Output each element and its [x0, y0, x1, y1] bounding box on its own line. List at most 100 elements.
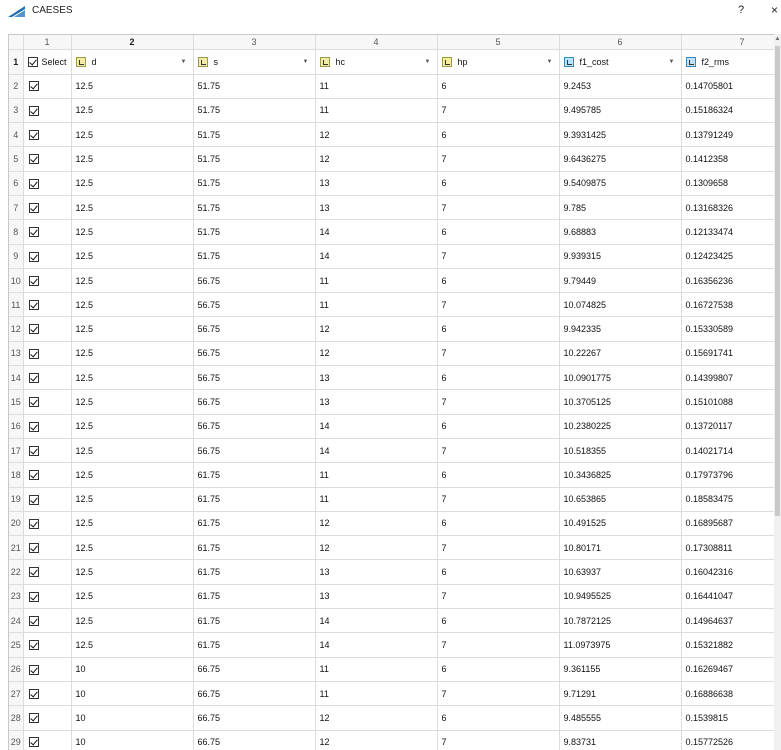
table-corner[interactable]	[9, 35, 24, 50]
row-select-checkbox[interactable]	[28, 300, 39, 311]
row-number[interactable]: 1	[9, 49, 24, 75]
row-number[interactable]: 29	[9, 730, 24, 750]
table-cell[interactable]: 10.7872125	[559, 608, 682, 634]
row-select-cell[interactable]	[23, 122, 72, 148]
table-cell[interactable]: 61.75	[193, 462, 316, 488]
help-button[interactable]: ?	[738, 4, 744, 16]
table-cell[interactable]: 12.5	[71, 487, 194, 512]
row-select-checkbox[interactable]	[28, 421, 39, 432]
table-cell[interactable]: 10.518355	[559, 438, 682, 464]
table-row[interactable]: 4 12.5 51.75 12 6 9.3931425 0.13791249	[9, 122, 781, 148]
table-cell[interactable]: 9.79449	[559, 268, 682, 294]
table-cell[interactable]: 7	[437, 292, 560, 318]
table-cell[interactable]: 9.495785	[559, 98, 682, 124]
table-cell[interactable]: 12.5	[71, 219, 194, 245]
row-select-cell[interactable]	[23, 559, 72, 585]
table-cell[interactable]: 66.75	[193, 681, 316, 707]
table-row[interactable]: 6 12.5 51.75 13 6 9.5409875 0.1309658	[9, 171, 781, 196]
column-number[interactable]: 7	[681, 35, 781, 50]
table-cell[interactable]: 12.5	[71, 74, 194, 99]
row-select-checkbox[interactable]	[28, 567, 39, 578]
row-select-checkbox[interactable]	[28, 105, 39, 116]
table-cell[interactable]: 9.3931425	[559, 122, 682, 148]
table-cell[interactable]: 7	[437, 487, 560, 512]
row-number[interactable]: 3	[9, 98, 24, 124]
table-cell[interactable]: 6	[437, 219, 560, 245]
table-cell[interactable]: 9.485555	[559, 705, 682, 731]
row-select-checkbox[interactable]	[28, 202, 39, 213]
table-cell[interactable]: 0.16886638	[681, 681, 781, 707]
table-cell[interactable]: 10.653865	[559, 487, 682, 512]
table-cell[interactable]: 12.5	[71, 292, 194, 318]
scrollbar-thumb[interactable]	[775, 46, 780, 516]
table-cell[interactable]: 6	[437, 268, 560, 294]
table-cell[interactable]: 51.75	[193, 171, 316, 196]
row-select-cell[interactable]	[23, 705, 72, 731]
table-cell[interactable]: 13	[315, 559, 438, 585]
row-number[interactable]: 27	[9, 681, 24, 707]
table-cell[interactable]: 13	[315, 171, 438, 196]
table-cell[interactable]: 12.5	[71, 462, 194, 488]
column-header-s[interactable]: s ▼	[193, 49, 316, 75]
table-cell[interactable]: 51.75	[193, 195, 316, 221]
row-select-cell[interactable]	[23, 511, 72, 537]
table-cell[interactable]: 9.6436275	[559, 146, 682, 172]
column-header-f2-rms[interactable]: f2_rms	[681, 49, 781, 75]
table-cell[interactable]: 10	[71, 705, 194, 731]
table-cell[interactable]: 6	[437, 414, 560, 439]
table-row[interactable]: 25 12.5 61.75 14 7 11.0973975 0.15321882	[9, 632, 781, 658]
table-cell[interactable]: 12.5	[71, 608, 194, 634]
table-cell[interactable]: 11	[315, 462, 438, 488]
table-cell[interactable]: 6	[437, 171, 560, 196]
table-cell[interactable]: 9.785	[559, 195, 682, 221]
table-row[interactable]: 8 12.5 51.75 14 6 9.68883 0.12133474	[9, 219, 781, 245]
table-cell[interactable]: 56.75	[193, 341, 316, 367]
row-select-cell[interactable]	[23, 608, 72, 634]
table-cell[interactable]: 12.5	[71, 511, 194, 537]
table-cell[interactable]: 11	[315, 292, 438, 318]
table-cell[interactable]: 10.80171	[559, 535, 682, 561]
row-select-cell[interactable]	[23, 219, 72, 245]
vertical-scrollbar[interactable]: ▲	[774, 34, 781, 750]
row-select-checkbox[interactable]	[28, 130, 39, 141]
table-cell[interactable]: 10.3436825	[559, 462, 682, 488]
table-cell[interactable]: 61.75	[193, 511, 316, 537]
table-cell[interactable]: 12.5	[71, 341, 194, 367]
row-select-checkbox[interactable]	[28, 591, 39, 602]
row-number[interactable]: 4	[9, 122, 24, 148]
row-select-checkbox[interactable]	[28, 713, 39, 724]
table-cell[interactable]: 9.5409875	[559, 171, 682, 196]
table-cell[interactable]: 10	[71, 681, 194, 707]
table-cell[interactable]: 14	[315, 438, 438, 464]
column-header-f1-cost[interactable]: f1_cost ▼	[559, 49, 682, 75]
row-number[interactable]: 19	[9, 487, 24, 512]
table-cell[interactable]: 9.942335	[559, 316, 682, 342]
row-select-cell[interactable]	[23, 681, 72, 707]
table-row[interactable]: 3 12.5 51.75 11 7 9.495785 0.15186324	[9, 98, 781, 124]
row-number[interactable]: 18	[9, 462, 24, 488]
row-number[interactable]: 25	[9, 632, 24, 658]
row-number[interactable]: 7	[9, 195, 24, 221]
select-all-header[interactable]: Select	[23, 49, 72, 75]
row-select-checkbox[interactable]	[28, 373, 39, 384]
table-row[interactable]: 5 12.5 51.75 12 7 9.6436275 0.1412358	[9, 146, 781, 172]
table-cell[interactable]: 51.75	[193, 74, 316, 99]
row-number[interactable]: 2	[9, 74, 24, 99]
table-cell[interactable]: 7	[437, 244, 560, 269]
table-cell[interactable]: 0.16042316	[681, 559, 781, 585]
row-select-cell[interactable]	[23, 146, 72, 172]
column-number[interactable]: 2	[71, 35, 194, 50]
table-cell[interactable]: 12	[315, 122, 438, 148]
table-row[interactable]: 22 12.5 61.75 13 6 10.63937 0.16042316	[9, 559, 781, 585]
row-select-cell[interactable]	[23, 341, 72, 367]
row-select-cell[interactable]	[23, 244, 72, 269]
row-select-checkbox[interactable]	[28, 688, 39, 699]
table-cell[interactable]: 51.75	[193, 244, 316, 269]
table-cell[interactable]: 13	[315, 365, 438, 391]
table-cell[interactable]: 56.75	[193, 365, 316, 391]
row-select-checkbox[interactable]	[28, 737, 39, 748]
table-cell[interactable]: 56.75	[193, 316, 316, 342]
row-number[interactable]: 21	[9, 535, 24, 561]
table-cell[interactable]: 11	[315, 268, 438, 294]
row-select-checkbox[interactable]	[28, 518, 39, 529]
